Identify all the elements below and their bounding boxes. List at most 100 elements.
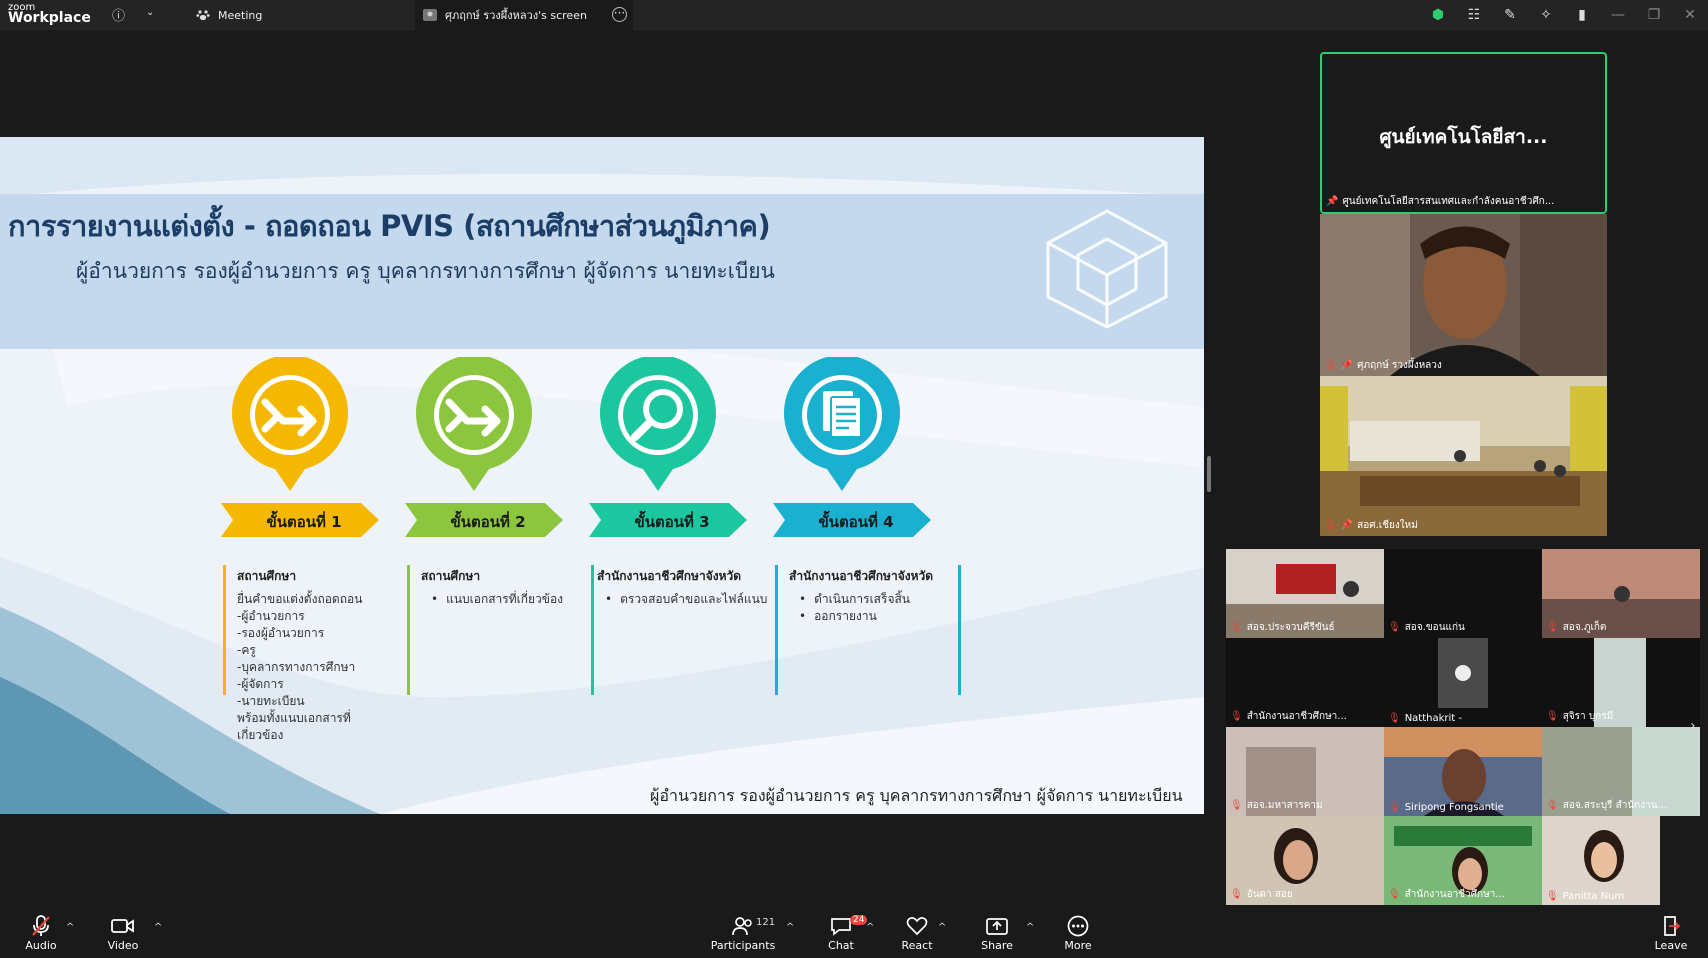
mic-muted-icon bbox=[32, 915, 50, 936]
video-tile[interactable]: 🎙 📌 สอศ.เชียงใหม่ bbox=[1320, 376, 1607, 536]
more-button[interactable]: More bbox=[1043, 915, 1113, 952]
gallery-tile[interactable]: 🎙 สำนักงานอาชีวศึกษา... bbox=[1226, 638, 1384, 727]
tile-name: สอจ.สระบุรี สำนักงาน... bbox=[1562, 800, 1668, 811]
more-dots-icon bbox=[1067, 915, 1089, 937]
share-label: Share bbox=[981, 939, 1013, 952]
security-shield-icon[interactable]: ⬢ bbox=[1420, 7, 1456, 23]
mic-muted-icon: 🎙 bbox=[1230, 711, 1243, 722]
step-line: เกี่ยวข้อง bbox=[237, 728, 284, 742]
pin-icon: 📌 bbox=[1340, 360, 1354, 371]
tab-shared-screen[interactable]: ศุภฤกษ์ รวงผึ้งหลวง's screen ··· bbox=[415, 0, 633, 30]
active-speaker-tile[interactable]: ศูนย์เทคโนโลยีสา... 📌 ศูนย์เทคโนโลยีสารส… bbox=[1320, 52, 1607, 214]
step-body: ดำเนินการเสร็จสิ้น ออกรายงาน bbox=[799, 591, 910, 625]
leave-button[interactable]: Leave bbox=[1636, 915, 1706, 952]
video-options-caret[interactable]: ^ bbox=[154, 922, 162, 933]
video-tile[interactable]: 🎙 📌 ศุภฤกษ์ รวงผึ้งหลวง bbox=[1320, 214, 1607, 376]
zoom-workplace-logo: zoom Workplace bbox=[8, 2, 91, 25]
audio-options-caret[interactable]: ^ bbox=[66, 922, 74, 933]
gallery-next-page-icon[interactable]: › bbox=[1690, 718, 1696, 734]
conference-room-video bbox=[1320, 376, 1607, 536]
whiteboard-icon[interactable]: ✎ bbox=[1492, 7, 1528, 23]
chevron-down-icon[interactable]: ⌄ bbox=[146, 7, 154, 18]
tile-name: สอจ.ประจวบคีรีขันธ์ bbox=[1246, 622, 1335, 633]
step-line: ออกรายงาน bbox=[799, 608, 910, 625]
step-line: -รองผู้อำนวยการ bbox=[237, 626, 325, 640]
tile-label: 🎙 Natthakrit - bbox=[1388, 713, 1462, 724]
more-options-icon[interactable]: ··· bbox=[612, 7, 627, 22]
gallery-tile[interactable]: 🎙 สุจิรา บุกรมี bbox=[1542, 638, 1700, 727]
step-line: -บุคลากรทางการศึกษา bbox=[237, 660, 356, 674]
person-video bbox=[1320, 214, 1607, 376]
tile-name: Siripong Fongsantie bbox=[1404, 802, 1504, 813]
tile-label: 🎙 สำนักงานอาชีวศึกษา... bbox=[1230, 709, 1347, 724]
titlebar-controls: ⬢ ☷ ✎ ✧ ▮ — ❐ ✕ bbox=[1420, 0, 1708, 30]
tile-label: 📌 ศูนย์เทคโนโลยีสารสนเทศและกำลังคนอาชีวศ… bbox=[1326, 194, 1554, 209]
share-button[interactable]: Share bbox=[962, 915, 1032, 952]
slide-title: การรายงานแต่งตั้ง - ถอดถอน PVIS (สถานศึก… bbox=[8, 209, 771, 243]
step-label: ขั้นตอนที่ 4 bbox=[818, 513, 894, 531]
panel-resize-handle[interactable] bbox=[1207, 456, 1211, 492]
close-icon[interactable]: ✕ bbox=[1672, 7, 1708, 23]
gallery-tile[interactable]: 🎙 สอจ.ประจวบคีรีขันธ์ bbox=[1226, 549, 1384, 638]
tile-label: 🎙 Siripong Fongsantie bbox=[1388, 802, 1504, 813]
tile-name: สอจ.ภูเก็ต bbox=[1562, 622, 1607, 633]
view-layout-icon[interactable]: ▮ bbox=[1564, 7, 1600, 23]
tile-label: 🎙 สอจ.ประจวบคีรีขันธ์ bbox=[1230, 620, 1335, 635]
ai-companion-icon[interactable]: ✧ bbox=[1528, 7, 1564, 23]
gallery-tile[interactable]: 🎙 สอจ.มหาสารคาม bbox=[1226, 727, 1384, 816]
react-label: React bbox=[901, 939, 933, 952]
chat-button[interactable]: 24 Chat bbox=[806, 915, 876, 952]
mic-muted-icon: 🎙 bbox=[1324, 360, 1337, 371]
restore-icon[interactable]: ❐ bbox=[1636, 7, 1672, 23]
search-icon bbox=[600, 357, 716, 491]
arrow-right-icon bbox=[416, 357, 532, 491]
step-heading: สถานศึกษา bbox=[421, 569, 481, 583]
mic-muted-icon: 🎙 bbox=[1388, 889, 1401, 900]
slide-subtitle: ผู้อำนวยการ รองผู้อำนวยการ ครู บุคลากรทา… bbox=[76, 259, 775, 283]
audio-button[interactable]: Audio bbox=[6, 915, 76, 952]
mic-muted-icon: 🎙 bbox=[1230, 622, 1243, 633]
step-heading: สำนักงานอาชีวศึกษาจังหวัด bbox=[597, 569, 742, 583]
video-button[interactable]: Video bbox=[88, 915, 158, 952]
notes-icon[interactable]: ☷ bbox=[1456, 7, 1492, 23]
step-line: -นายทะเบียน bbox=[237, 694, 305, 708]
tile-name: สำนักงานอาชีวศึกษา... bbox=[1246, 711, 1347, 722]
tile-name: อันดา สอย bbox=[1246, 889, 1293, 900]
tile-name: Panitta Num bbox=[1562, 891, 1625, 902]
gallery-tile[interactable]: 🎙 Natthakrit - bbox=[1384, 638, 1542, 727]
tile-name: ศูนย์เทคโนโลยีสารสนเทศและกำลังคนอาชีวศึก… bbox=[1342, 196, 1555, 207]
mic-muted-icon: 🎙 bbox=[1546, 622, 1559, 633]
participants-options-caret[interactable]: ^ bbox=[786, 922, 794, 933]
tile-label: 🎙 อันดา สอย bbox=[1230, 887, 1293, 902]
tab-meeting[interactable]: Meeting bbox=[188, 0, 413, 30]
info-icon[interactable]: ⓘ bbox=[112, 5, 125, 24]
participants-button[interactable]: 121 Participants bbox=[708, 915, 778, 952]
tile-name: สอจ.ขอนแก่น bbox=[1404, 622, 1465, 633]
mic-muted-icon: 🎙 bbox=[1546, 891, 1559, 902]
gallery-tile[interactable]: 🎙 สำนักงานอาชีวศึกษา... bbox=[1384, 816, 1542, 905]
arrow-right-icon bbox=[232, 357, 348, 491]
step-line: ดำเนินการเสร็จสิ้น bbox=[799, 591, 910, 608]
gallery-tile[interactable]: 🎙 สอจ.ขอนแก่น bbox=[1384, 549, 1542, 638]
mic-muted-icon: 🎙 bbox=[1388, 713, 1401, 724]
react-button[interactable]: React bbox=[882, 915, 952, 952]
gallery-tile[interactable]: 🎙 สอจ.ภูเก็ต bbox=[1542, 549, 1700, 638]
audio-label: Audio bbox=[25, 939, 57, 952]
gallery-tile[interactable]: 🎙 อันดา สอย bbox=[1226, 816, 1384, 905]
chat-options-caret[interactable]: ^ bbox=[866, 922, 874, 933]
tile-label: 🎙 สอจ.มหาสารคาม bbox=[1230, 798, 1323, 813]
tile-name: สำนักงานอาชีวศึกษา... bbox=[1404, 889, 1505, 900]
share-options-caret[interactable]: ^ bbox=[1026, 922, 1034, 933]
gallery-tile[interactable]: 🎙 Panitta Num bbox=[1542, 816, 1660, 905]
react-options-caret[interactable]: ^ bbox=[938, 922, 946, 933]
video-camera-icon bbox=[111, 919, 134, 933]
mic-muted-icon: 🎙 bbox=[1388, 802, 1401, 813]
tile-label: 🎙 สำนักงานอาชีวศึกษา... bbox=[1388, 887, 1505, 902]
pin-icon: 📌 bbox=[1340, 520, 1354, 531]
gallery-tile[interactable]: 🎙 สอจ.สระบุรี สำนักงาน... bbox=[1542, 727, 1700, 816]
minimize-icon[interactable]: — bbox=[1600, 7, 1636, 23]
meeting-toolbar: Audio ^ Video ^ 121 Participants ^ 24 Ch… bbox=[0, 908, 1708, 958]
gallery-tile[interactable]: 🎙 Siripong Fongsantie bbox=[1384, 727, 1542, 816]
more-label: More bbox=[1064, 939, 1092, 952]
step-line: ตรวจสอบคำขอและไฟล์แนบ bbox=[605, 591, 767, 608]
